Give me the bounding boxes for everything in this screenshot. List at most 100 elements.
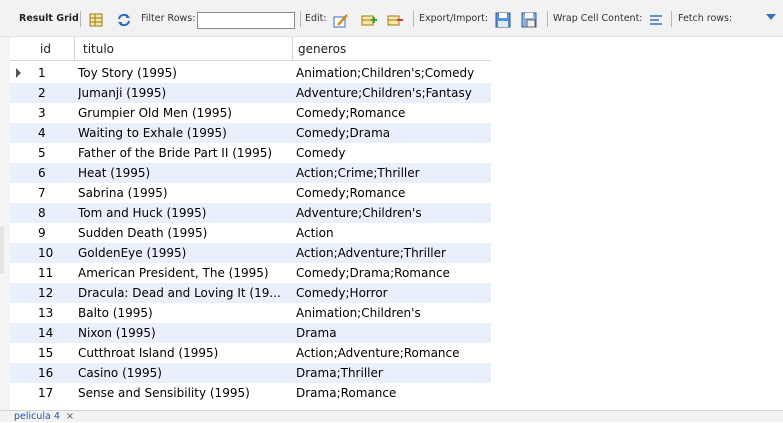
- table-row[interactable]: 11 American President, The (1995) Comedy;D…: [10, 263, 491, 283]
- table-row[interactable]: 14 Nixon (1995) Drama: [10, 323, 491, 343]
- table-row[interactable]: 13 Balto (1995) Animation;Children's: [10, 303, 491, 323]
- row-selector[interactable]: [10, 383, 34, 403]
- cell-id[interactable]: 13: [34, 303, 78, 323]
- row-selector[interactable]: [10, 63, 34, 83]
- table-row[interactable]: 8 Tom and Huck (1995) Adventure;Children's: [10, 203, 491, 223]
- table-row[interactable]: 12 Dracula: Dead and Loving It (19... Come…: [10, 283, 491, 303]
- row-selector[interactable]: [10, 263, 34, 283]
- result-tab[interactable]: pelicula 4 ×: [14, 410, 74, 423]
- cell-id[interactable]: 7: [34, 183, 78, 203]
- cell-id[interactable]: 8: [34, 203, 78, 223]
- cell-id[interactable]: 2: [34, 83, 78, 103]
- cell-generos[interactable]: Adventure;Children's;Fantasy: [296, 83, 491, 103]
- row-selector[interactable]: [10, 203, 34, 223]
- add-row-icon[interactable]: [361, 12, 377, 28]
- edit-row-icon[interactable]: [333, 12, 349, 28]
- cell-id[interactable]: 17: [34, 383, 78, 403]
- filter-rows-input[interactable]: [197, 12, 295, 29]
- table-row[interactable]: 16 Casino (1995) Drama;Thriller: [10, 363, 491, 383]
- cell-id[interactable]: 6: [34, 163, 78, 183]
- row-selector[interactable]: [10, 163, 34, 183]
- cell-titulo[interactable]: Sabrina (1995): [78, 183, 296, 203]
- cell-id[interactable]: 3: [34, 103, 78, 123]
- cell-generos[interactable]: Drama: [296, 323, 491, 343]
- cell-titulo[interactable]: Sense and Sensibility (1995): [78, 383, 296, 403]
- export-icon[interactable]: [495, 12, 511, 28]
- dropdown-icon[interactable]: [766, 14, 776, 20]
- cell-titulo[interactable]: Grumpier Old Men (1995): [78, 103, 296, 123]
- cell-generos[interactable]: Comedy;Drama;Romance: [296, 263, 491, 283]
- refresh-icon[interactable]: [116, 12, 132, 28]
- cell-generos[interactable]: Action;Crime;Thriller: [296, 163, 491, 183]
- cell-generos[interactable]: Drama;Thriller: [296, 363, 491, 383]
- cell-generos[interactable]: Comedy;Romance: [296, 103, 491, 123]
- cell-titulo[interactable]: Waiting to Exhale (1995): [78, 123, 296, 143]
- table-row[interactable]: 5 Father of the Bride Part II (1995) Comed…: [10, 143, 491, 163]
- table-row[interactable]: 10 GoldenEye (1995) Action;Adventure;Thril…: [10, 243, 491, 263]
- row-selector[interactable]: [10, 123, 34, 143]
- cell-generos[interactable]: Action;Adventure;Romance: [296, 343, 491, 363]
- row-selector[interactable]: [10, 243, 34, 263]
- cell-id[interactable]: 9: [34, 223, 78, 243]
- cell-titulo[interactable]: Toy Story (1995): [78, 63, 296, 83]
- import-icon[interactable]: [521, 12, 537, 28]
- cell-titulo[interactable]: Casino (1995): [78, 363, 296, 383]
- cell-titulo[interactable]: Father of the Bride Part II (1995): [78, 143, 296, 163]
- row-selector[interactable]: [10, 103, 34, 123]
- cell-titulo[interactable]: Sudden Death (1995): [78, 223, 296, 243]
- table-row[interactable]: 2 Jumanji (1995) Adventure;Children's;Fant…: [10, 83, 491, 103]
- cell-titulo[interactable]: GoldenEye (1995): [78, 243, 296, 263]
- table-row[interactable]: 6 Heat (1995) Action;Crime;Thriller: [10, 163, 491, 183]
- cell-id[interactable]: 16: [34, 363, 78, 383]
- cell-generos[interactable]: Adventure;Children's: [296, 203, 491, 223]
- table-row[interactable]: 7 Sabrina (1995) Comedy;Romance: [10, 183, 491, 203]
- cell-generos[interactable]: Drama;Romance: [296, 383, 491, 403]
- cell-generos[interactable]: Comedy;Horror: [296, 283, 491, 303]
- cell-generos[interactable]: Action;Adventure;Thriller: [296, 243, 491, 263]
- cell-titulo[interactable]: Balto (1995): [78, 303, 296, 323]
- column-header-titulo[interactable]: titulo: [74, 37, 296, 61]
- cell-titulo[interactable]: Cutthroat Island (1995): [78, 343, 296, 363]
- cell-generos[interactable]: Animation;Children's;Comedy: [296, 63, 491, 83]
- result-grid[interactable]: id titulo generos 1 Toy Story (1995) Anima…: [10, 37, 491, 410]
- row-selector[interactable]: [10, 303, 34, 323]
- cell-id[interactable]: 1: [34, 63, 78, 83]
- close-icon[interactable]: ×: [66, 411, 74, 422]
- cell-id[interactable]: 11: [34, 263, 78, 283]
- table-row[interactable]: 15 Cutthroat Island (1995) Action;Adventur…: [10, 343, 491, 363]
- row-selector[interactable]: [10, 283, 34, 303]
- cell-generos[interactable]: Animation;Children's: [296, 303, 491, 323]
- row-selector[interactable]: [10, 323, 34, 343]
- row-selector[interactable]: [10, 143, 34, 163]
- cell-id[interactable]: 14: [34, 323, 78, 343]
- row-selector[interactable]: [10, 83, 34, 103]
- column-header-id[interactable]: id: [34, 37, 78, 61]
- table-row[interactable]: 17 Sense and Sensibility (1995) Drama;Roma…: [10, 383, 491, 403]
- cell-titulo[interactable]: Jumanji (1995): [78, 83, 296, 103]
- table-row[interactable]: 4 Waiting to Exhale (1995) Comedy;Drama: [10, 123, 491, 143]
- cell-id[interactable]: 10: [34, 243, 78, 263]
- cell-titulo[interactable]: Heat (1995): [78, 163, 296, 183]
- result-grid-label[interactable]: Result Grid: [19, 0, 79, 37]
- row-selector[interactable]: [10, 343, 34, 363]
- table-row[interactable]: 9 Sudden Death (1995) Action: [10, 223, 491, 243]
- cell-titulo[interactable]: Dracula: Dead and Loving It (19...: [78, 283, 296, 303]
- cell-titulo[interactable]: Nixon (1995): [78, 323, 296, 343]
- table-row[interactable]: 3 Grumpier Old Men (1995) Comedy;Romance: [10, 103, 491, 123]
- row-selector[interactable]: [10, 363, 34, 383]
- delete-row-icon[interactable]: [387, 12, 403, 28]
- row-selector[interactable]: [10, 183, 34, 203]
- cell-generos[interactable]: Action: [296, 223, 491, 243]
- cell-id[interactable]: 15: [34, 343, 78, 363]
- cell-generos[interactable]: Comedy;Drama: [296, 123, 491, 143]
- table-row[interactable]: 1 Toy Story (1995) Animation;Children's;Co…: [10, 63, 491, 83]
- grid-form-icon[interactable]: [88, 12, 104, 28]
- cell-generos[interactable]: Comedy;Romance: [296, 183, 491, 203]
- cell-id[interactable]: 12: [34, 283, 78, 303]
- row-selector[interactable]: [10, 223, 34, 243]
- wrap-text-icon[interactable]: [648, 12, 664, 28]
- cell-titulo[interactable]: Tom and Huck (1995): [78, 203, 296, 223]
- cell-id[interactable]: 4: [34, 123, 78, 143]
- cell-id[interactable]: 5: [34, 143, 78, 163]
- column-header-generos[interactable]: generos: [292, 37, 491, 61]
